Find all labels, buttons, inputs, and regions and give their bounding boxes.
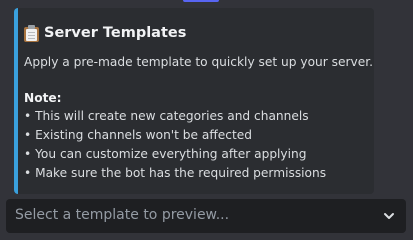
- top-highlight: [183, 0, 219, 2]
- note-item: • This will create new categories and ch…: [24, 109, 309, 123]
- note-item: • Make sure the bot has the required per…: [24, 166, 327, 180]
- chevron-down-icon: [384, 213, 394, 219]
- embed-title: Server Templates: [24, 22, 368, 44]
- embed-body: Server Templates Apply a pre-made templa…: [24, 22, 373, 183]
- note-item: • Existing channels won't be affected: [24, 128, 252, 142]
- template-select-dropdown[interactable]: Select a template to preview...: [6, 199, 406, 233]
- embed-accent-bar: [14, 8, 18, 194]
- embed-description: Apply a pre-made template to quickly set…: [24, 55, 373, 69]
- note-label: Note:: [24, 91, 62, 105]
- embed-title-text: Server Templates: [44, 25, 187, 41]
- note-item: • You can customize everything after app…: [24, 147, 307, 161]
- template-embed: Server Templates Apply a pre-made templa…: [14, 8, 374, 194]
- select-placeholder: Select a template to preview...: [15, 207, 230, 223]
- clipboard-icon: [24, 24, 39, 42]
